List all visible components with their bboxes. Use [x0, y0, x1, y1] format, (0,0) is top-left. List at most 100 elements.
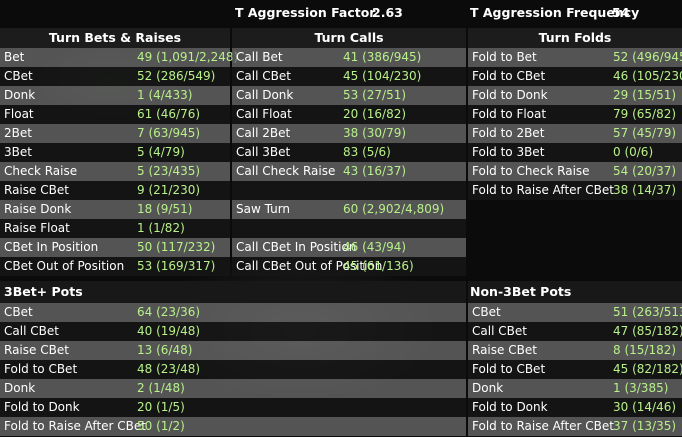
three-bet-pots-label: Raise CBet: [4, 343, 69, 357]
aggression-factor-value: 2.63: [372, 5, 403, 20]
bets-raises-label: CBet In Position: [4, 240, 99, 254]
folds-value: 29 (15/51): [613, 88, 677, 102]
non-three-bet-pots-value: 30 (14/46): [613, 400, 677, 414]
non-three-bet-pots-value: 47 (85/182): [613, 324, 682, 338]
folds-label: Fold to Raise After CBet: [472, 183, 614, 197]
calls-value: 60 (2,902/4,809): [343, 202, 445, 216]
calls-row: Call 3Bet 83 (5/6): [232, 143, 466, 162]
non-three-bet-pots-row: Raise CBet 8 (15/182): [468, 341, 682, 360]
three-bet-pots-label: Fold to CBet: [4, 362, 78, 376]
bets-raises-label: 3Bet: [4, 145, 32, 159]
bets-raises-value: 5 (4/79): [137, 145, 185, 159]
three-bet-pots-label: Donk: [4, 381, 36, 395]
three-bet-pots-label: Fold to Donk: [4, 400, 80, 414]
bets-raises-row: Float 61 (46/76): [0, 105, 230, 124]
folds-value: 79 (65/82): [613, 107, 677, 121]
non-three-bet-pots-value: 37 (13/35): [613, 419, 677, 433]
non-three-bet-pots-row: Donk 1 (3/385): [468, 379, 682, 398]
three-bet-pots-value: 20 (1/5): [137, 400, 185, 414]
bets-raises-row: CBet In Position 50 (117/232): [0, 238, 230, 257]
calls-label: Call CBet In Position: [236, 240, 357, 254]
bets-raises-value: 9 (21/230): [137, 183, 201, 197]
calls-row: Saw Turn 60 (2,902/4,809): [232, 200, 466, 219]
bets-raises-row: Raise Donk 18 (9/51): [0, 200, 230, 219]
three-bet-pots-title-text: 3Bet+ Pots: [4, 284, 83, 299]
calls-label: Saw Turn: [236, 202, 291, 216]
bets-raises-label: Bet: [4, 50, 25, 64]
calls-value: 38 (30/79): [343, 126, 407, 140]
non-three-bet-pots-label: Raise CBet: [472, 343, 537, 357]
three-bet-pots-row: Fold to Donk 20 (1/5): [0, 398, 466, 417]
folds-row: Fold to 3Bet 0 (0/6): [468, 143, 682, 162]
non-three-bet-pots-label: Fold to Donk: [472, 400, 548, 414]
non-three-bet-pots-row: Fold to CBet 45 (82/182): [468, 360, 682, 379]
bets-raises-value: 61 (46/76): [137, 107, 201, 121]
three-bet-pots-title: 3Bet+ Pots: [0, 281, 466, 303]
non-three-bet-pots-value: 45 (82/182): [613, 362, 682, 376]
calls-label: Call Bet: [236, 50, 283, 64]
folds-value: 46 (105/230): [613, 69, 682, 83]
bets-raises-row: Bet 49 (1,091/2,248): [0, 48, 238, 67]
folds-label: Fold to Float: [472, 107, 547, 121]
non-three-bet-pots-title-text: Non-3Bet Pots: [470, 284, 572, 299]
calls-row: Call CBet In Position 46 (43/94): [232, 238, 466, 257]
bets-raises-value: 52 (286/549): [137, 69, 216, 83]
calls-value: 41 (386/945): [343, 50, 422, 64]
calls-label: Call CBet: [236, 69, 291, 83]
bets-raises-value: 5 (23/435): [137, 164, 201, 178]
three-bet-pots-row: Fold to CBet 48 (23/48): [0, 360, 466, 379]
bets-raises-row: CBet 52 (286/549): [0, 67, 230, 86]
aggression-frequency-value: 54: [612, 5, 630, 20]
bets-raises-row: 2Bet 7 (63/945): [0, 124, 230, 143]
bets-raises-value: 49 (1,091/2,248): [137, 50, 239, 64]
non-three-bet-pots-row: Call CBet 47 (85/182): [468, 322, 682, 341]
three-bet-pots-value: 2 (1/48): [137, 381, 185, 395]
folds-value: 0 (0/6): [613, 145, 654, 159]
three-bet-pots-label: Call CBet: [4, 324, 59, 338]
bets-raises-header: Turn Bets & Raises: [0, 28, 230, 48]
calls-value: 46 (43/94): [343, 240, 407, 254]
bets-raises-label: CBet Out of Position: [4, 259, 125, 273]
bets-raises-row: 3Bet 5 (4/79): [0, 143, 230, 162]
three-bet-pots-row: Call CBet 40 (19/48): [0, 322, 466, 341]
three-bet-pots-row: Fold to Raise After CBet 50 (1/2): [0, 417, 466, 436]
three-bet-pots-row: CBet 64 (23/36): [0, 303, 466, 322]
three-bet-pots-row: Donk 2 (1/48): [0, 379, 466, 398]
folds-label: Fold to Bet: [472, 50, 537, 64]
folds-value: 52 (496/945): [613, 50, 682, 64]
bets-raises-value: 50 (117/232): [137, 240, 216, 254]
calls-row: Call Float 20 (16/82): [232, 105, 466, 124]
bets-raises-label: CBet: [4, 69, 33, 83]
calls-label: Call Check Raise: [236, 164, 336, 178]
calls-row: Call 2Bet 38 (30/79): [232, 124, 466, 143]
non-three-bet-pots-value: 8 (15/182): [613, 343, 677, 357]
bets-raises-value: 53 (169/317): [137, 259, 216, 273]
non-three-bet-pots-row: Fold to Raise After CBet 37 (13/35): [468, 417, 682, 436]
three-bet-pots-value: 48 (23/48): [137, 362, 201, 376]
calls-value: 45 (61/136): [343, 259, 414, 273]
non-three-bet-pots-label: Fold to CBet: [472, 362, 546, 376]
bets-raises-label: Raise CBet: [4, 183, 69, 197]
non-three-bet-pots-value: 1 (3/385): [613, 381, 669, 395]
folds-label: Fold to 2Bet: [472, 126, 545, 140]
three-bet-pots-row: Raise CBet 13 (6/48): [0, 341, 466, 360]
three-bet-pots-label: Fold to Raise After CBet: [4, 419, 146, 433]
folds-value: 57 (45/79): [613, 126, 677, 140]
folds-row: Fold to Donk 29 (15/51): [468, 86, 682, 105]
bets-raises-label: Check Raise: [4, 164, 78, 178]
bets-raises-label: 2Bet: [4, 126, 32, 140]
non-three-bet-pots-title: Non-3Bet Pots: [468, 281, 682, 303]
folds-label: Fold to Donk: [472, 88, 548, 102]
calls-label: Call Float: [236, 107, 292, 121]
calls-value: 83 (5/6): [343, 145, 391, 159]
bets-raises-label: Donk: [4, 88, 36, 102]
calls-label: Call 3Bet: [236, 145, 291, 159]
calls-value: 20 (16/82): [343, 107, 407, 121]
folds-label: Fold to 3Bet: [472, 145, 545, 159]
bets-raises-row: Donk 1 (4/433): [0, 86, 230, 105]
three-bet-pots-value: 50 (1/2): [137, 419, 185, 433]
bets-raises-label: Raise Float: [4, 221, 70, 235]
folds-row: Fold to Float 79 (65/82): [468, 105, 682, 124]
calls-row: [232, 181, 466, 200]
folds-label: Fold to CBet: [472, 69, 546, 83]
